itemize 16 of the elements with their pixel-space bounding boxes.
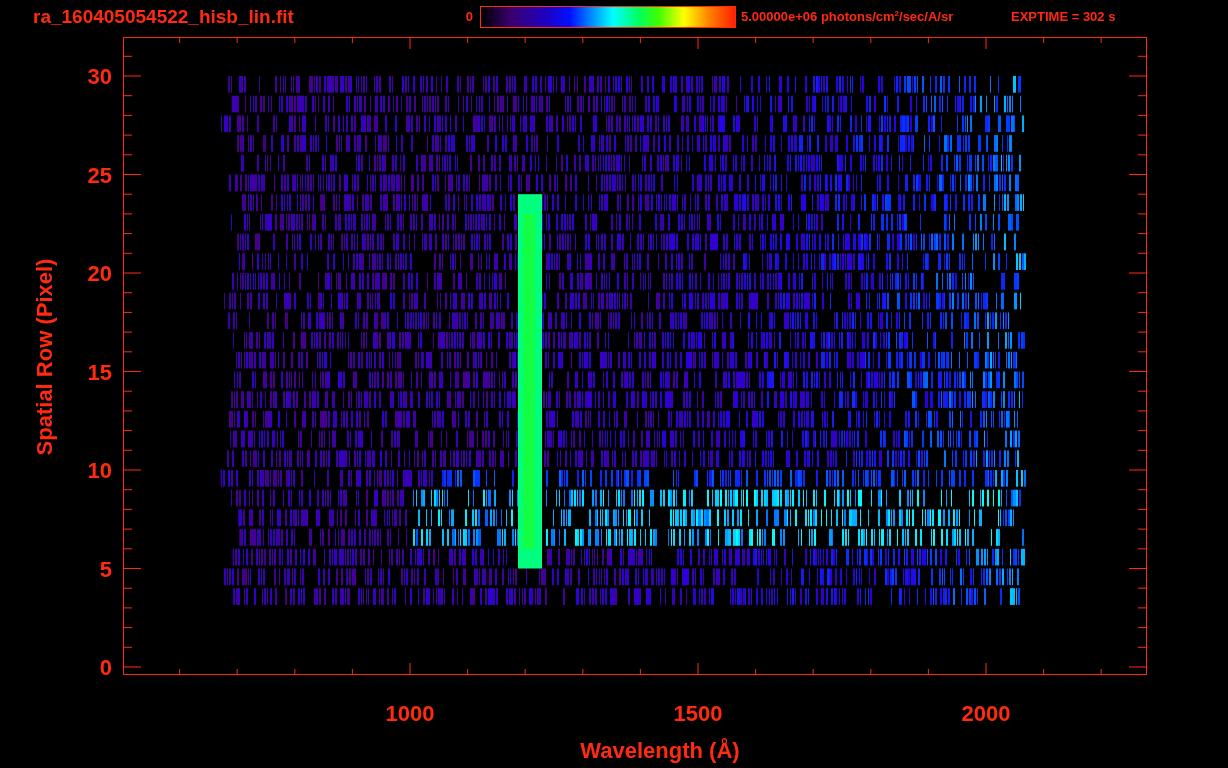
x-axis-title: Wavelength (Å)	[580, 738, 740, 763]
y-tick-label: 5	[99, 556, 112, 582]
x-tick-label: 1500	[673, 701, 723, 726]
colorbar-min-label: 0	[464, 9, 473, 24]
y-tick-label: 25	[87, 162, 112, 188]
y-tick-label: 0	[99, 655, 112, 680]
x-tick-label: 2000	[961, 701, 1011, 726]
y-tick-label: 15	[87, 359, 112, 385]
colorbar-max-label: 5.00000e+06 photons/cm$^{2}$/sec/A/sr	[741, 8, 955, 25]
y-tick-label: 10	[87, 458, 112, 483]
exposure-time: EXPTIME = 302 s	[1011, 9, 1116, 24]
y-tick-label: 30	[87, 64, 112, 89]
y-axis-title: Spatial Row (Pixel)	[32, 258, 57, 456]
x-tick-label: 1000	[385, 701, 435, 726]
file-name: ra_160405054522_hisb_lin.fit	[33, 5, 295, 28]
y-tick-label: 20	[87, 261, 112, 286]
